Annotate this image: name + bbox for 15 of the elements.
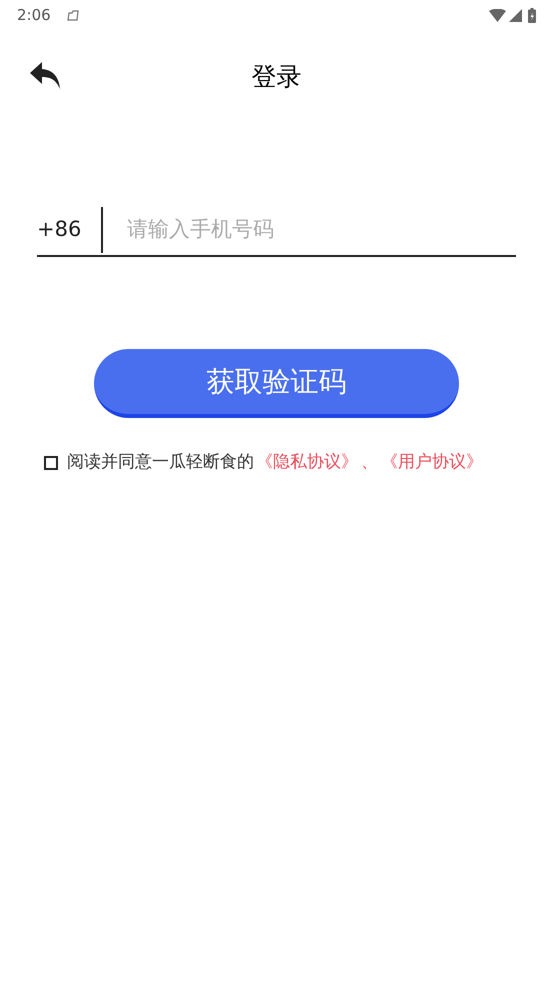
user-agreement-link[interactable]: 《用户协议》 xyxy=(381,450,483,476)
country-code: +86 xyxy=(37,216,82,243)
agreement-text: 阅读并同意一瓜轻断食的 xyxy=(67,451,254,474)
signal-icon xyxy=(509,8,522,22)
agreement-checkbox[interactable] xyxy=(44,456,58,470)
wifi-icon xyxy=(489,8,506,22)
phone-input[interactable]: 请输入手机号码 xyxy=(127,214,516,246)
status-time: 2:06 xyxy=(17,4,51,26)
reply-arrow-icon xyxy=(30,62,62,90)
privacy-link[interactable]: 《隐私协议》 xyxy=(256,450,358,476)
battery-icon xyxy=(528,8,536,22)
separator: 、 xyxy=(361,451,378,474)
page-title: 登录 xyxy=(252,61,302,94)
notification-icon xyxy=(66,9,81,21)
get-code-button[interactable]: 获取验证码 xyxy=(94,349,459,418)
